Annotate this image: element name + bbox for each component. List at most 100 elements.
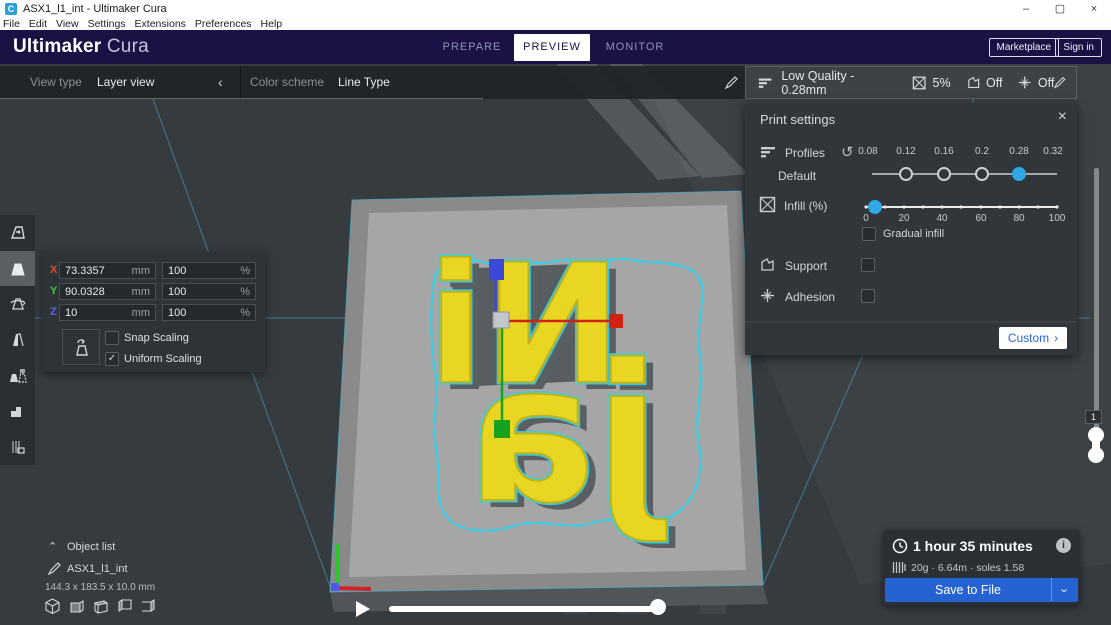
- mirror-tool-button[interactable]: [0, 322, 35, 358]
- view-top-icon[interactable]: [92, 598, 109, 615]
- scale-x-pct-input[interactable]: 100 %: [162, 262, 256, 279]
- snap-scaling-checkbox[interactable]: [105, 331, 119, 345]
- infill-tick: 60: [966, 213, 996, 224]
- support-checkbox[interactable]: [861, 258, 875, 272]
- simulation-slider-track[interactable]: [389, 606, 661, 612]
- color-scheme-value[interactable]: Line Type: [338, 75, 390, 89]
- save-options-dropdown[interactable]: ›: [1051, 578, 1078, 602]
- marketplace-button[interactable]: Marketplace: [989, 38, 1059, 57]
- menu-extensions[interactable]: Extensions: [135, 18, 186, 30]
- scale-x-value: 73.3357: [65, 265, 105, 277]
- adhesion-checkbox[interactable]: [861, 289, 875, 303]
- layer-slider-handle[interactable]: [1088, 427, 1104, 463]
- custom-button-label: Custom: [1008, 331, 1049, 345]
- layers-icon: [758, 76, 772, 90]
- move-tool-button[interactable]: [0, 215, 35, 251]
- scale-tool-button[interactable]: [0, 251, 35, 287]
- view-3d-icon[interactable]: [44, 598, 61, 615]
- gizmo-center-handle[interactable]: [493, 312, 509, 328]
- chevron-right-icon: ›: [1054, 331, 1058, 345]
- menu-view[interactable]: View: [56, 18, 79, 30]
- app-icon: C: [5, 3, 17, 15]
- print-settings-bar[interactable]: Low Quality - 0.28mm 5% Off Off: [745, 66, 1077, 99]
- maximize-button[interactable]: ▢: [1043, 0, 1077, 18]
- app-header: Ultimaker Cura PREPARE PREVIEW MONITOR M…: [0, 30, 1111, 64]
- active-profile: Low Quality - 0.28mm: [781, 69, 890, 97]
- adhesion-value: Off: [1038, 76, 1054, 90]
- gizmo-x-handle[interactable]: [609, 314, 623, 328]
- support-blocker-button[interactable]: [0, 394, 35, 430]
- profile-stop[interactable]: [938, 168, 950, 180]
- menu-preferences[interactable]: Preferences: [195, 18, 252, 30]
- scale-y-pct-input[interactable]: 100 %: [162, 283, 256, 300]
- menu-settings[interactable]: Settings: [88, 18, 126, 30]
- per-model-settings-button[interactable]: [0, 358, 35, 394]
- object-list-title[interactable]: Object list: [67, 541, 115, 553]
- edit-pencil-icon[interactable]: [1054, 76, 1066, 89]
- object-name[interactable]: ASX1_l1_int: [67, 563, 128, 575]
- print-settings-panel: Print settings × Profiles ↺ 0.08 0.12 0.…: [745, 103, 1077, 355]
- window-title: ASX1_l1_int - Ultimaker Cura: [23, 3, 167, 15]
- rename-pencil-icon[interactable]: [48, 562, 61, 575]
- save-to-file-button[interactable]: Save to File ›: [885, 578, 1078, 602]
- scale-y-mm-input[interactable]: 90.0328 mm: [59, 283, 156, 300]
- pencil-icon[interactable]: [725, 76, 738, 89]
- gizmo-y-handle[interactable]: [494, 420, 510, 438]
- unit-label: %: [240, 286, 250, 298]
- play-button[interactable]: [356, 601, 370, 617]
- tab-monitor[interactable]: MONITOR: [600, 30, 670, 64]
- viewport-3d[interactable]: Ni ja Ni ja Ni ja: [0, 64, 1111, 625]
- tab-prepare[interactable]: PREPARE: [437, 30, 507, 64]
- view-left-icon[interactable]: [116, 598, 133, 615]
- infill-slider-handle[interactable]: [868, 200, 882, 214]
- menu-edit[interactable]: Edit: [29, 18, 47, 30]
- chevron-up-icon[interactable]: ⌃: [48, 540, 57, 553]
- layer-view-bar: View type Layer view ‹ Color scheme Line…: [0, 66, 745, 99]
- scale-z-mm-input[interactable]: 10 mm: [59, 304, 156, 321]
- support-section-icon: [760, 257, 775, 272]
- simulation-slider-handle[interactable]: [650, 599, 666, 615]
- custom-tool-button[interactable]: [0, 429, 35, 465]
- custom-settings-button[interactable]: Custom ›: [999, 327, 1067, 349]
- gizmo-z-handle[interactable]: [489, 259, 504, 280]
- profile-stop[interactable]: [900, 168, 912, 180]
- infill-tick: 40: [927, 213, 957, 224]
- infill-value: 5%: [933, 76, 951, 90]
- object-dimensions: 144.3 x 183.5 x 10.0 mm: [45, 582, 155, 593]
- support-icon: [967, 75, 980, 90]
- support-label: Support: [785, 259, 827, 273]
- gradual-infill-label: Gradual infill: [883, 228, 944, 240]
- print-time: 1 hour 35 minutes: [913, 538, 1033, 554]
- unit-label: mm: [132, 265, 150, 277]
- scale-x-mm-input[interactable]: 73.3357 mm: [59, 262, 156, 279]
- logo-bold: Ultimaker: [13, 36, 101, 57]
- collapse-chevron-icon[interactable]: ‹: [218, 74, 223, 90]
- view-front-icon[interactable]: [68, 598, 85, 615]
- unit-label: %: [240, 307, 250, 319]
- tab-preview[interactable]: PREVIEW: [514, 34, 590, 61]
- uniform-scaling-checkbox[interactable]: ✓: [105, 352, 119, 366]
- profile-slider-handle[interactable]: [1012, 167, 1026, 181]
- profile-stop[interactable]: [976, 168, 988, 180]
- menu-help[interactable]: Help: [261, 18, 283, 30]
- info-icon[interactable]: i: [1056, 538, 1071, 553]
- signin-button[interactable]: Sign in: [1055, 38, 1102, 57]
- support-value: Off: [986, 76, 1002, 90]
- gradual-infill-checkbox[interactable]: [862, 227, 876, 241]
- close-button[interactable]: ×: [1077, 0, 1111, 18]
- unit-label: mm: [132, 307, 150, 319]
- scale-z-pct-input[interactable]: 100 %: [162, 304, 256, 321]
- save-button-label: Save to File: [885, 583, 1051, 597]
- menu-file[interactable]: File: [3, 18, 20, 30]
- scale-z-pct: 100: [168, 307, 186, 319]
- minimize-button[interactable]: –: [1009, 0, 1043, 18]
- snap-scaling-label: Snap Scaling: [124, 332, 189, 344]
- unit-label: %: [240, 265, 250, 277]
- layer-slider-track[interactable]: [1094, 168, 1099, 432]
- reset-scale-button[interactable]: [62, 329, 100, 365]
- rotate-tool-button[interactable]: [0, 286, 35, 322]
- view-type-value[interactable]: Layer view: [97, 75, 154, 89]
- color-scheme-label: Color scheme: [250, 75, 324, 89]
- infill-tick: 100: [1042, 213, 1072, 224]
- view-right-icon[interactable]: [140, 598, 157, 615]
